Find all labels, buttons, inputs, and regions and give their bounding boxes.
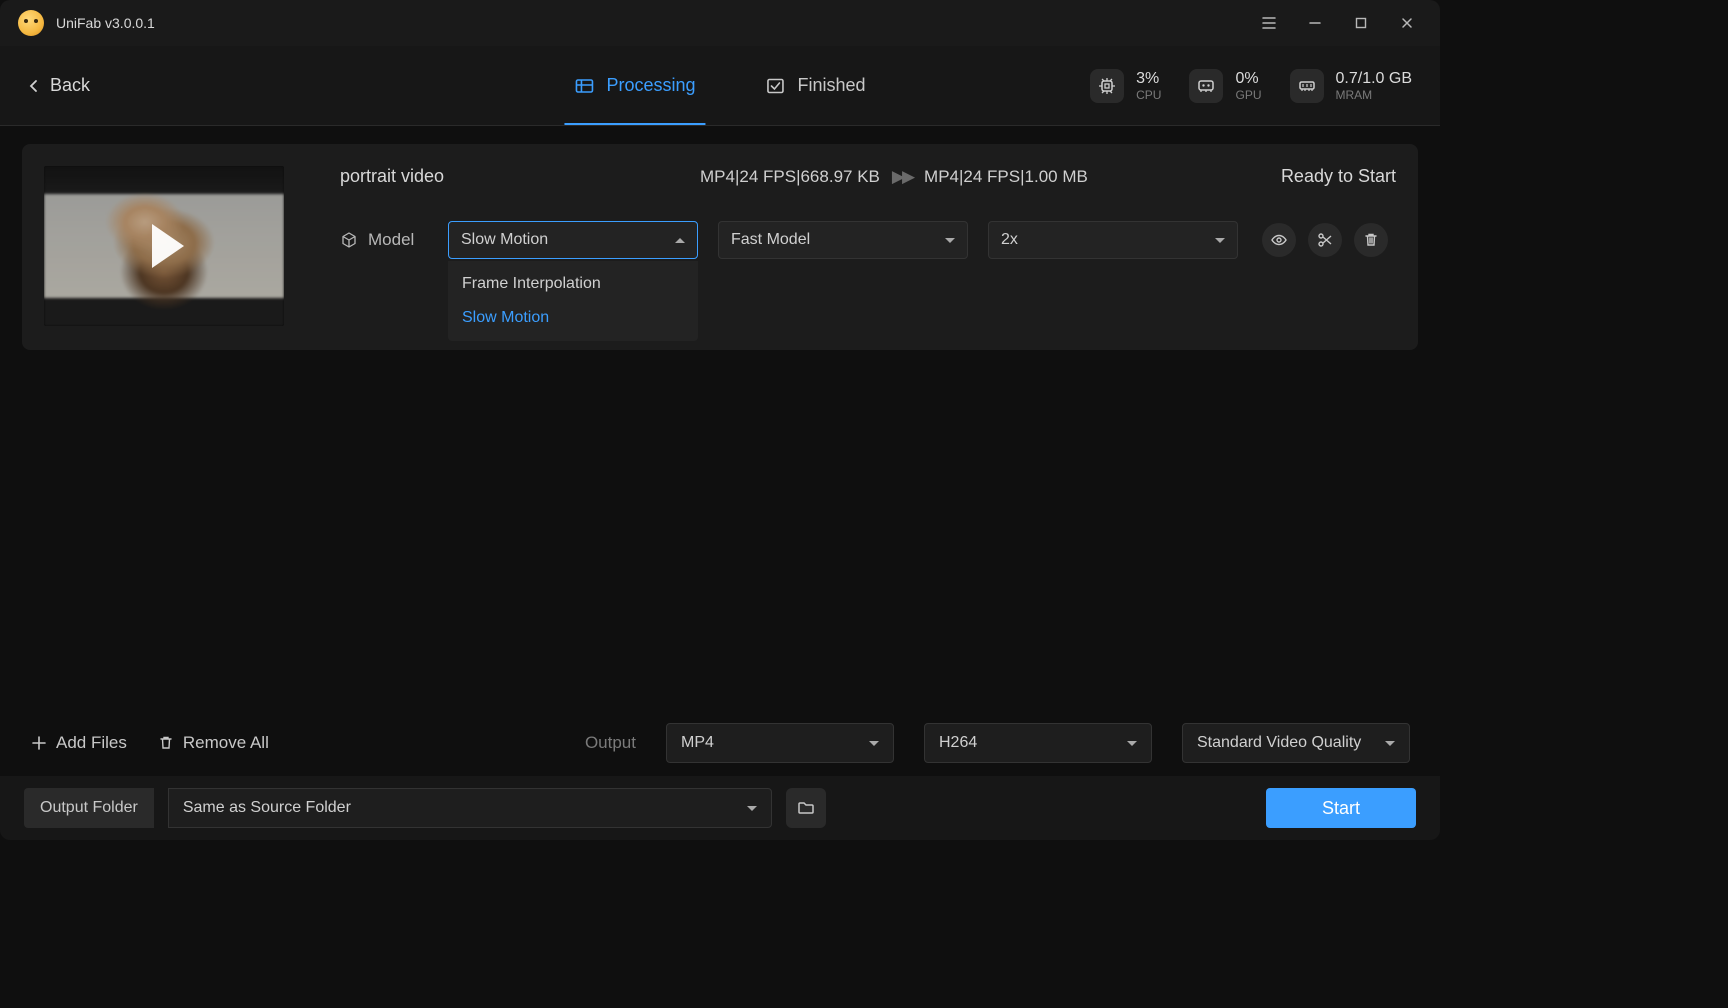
output-quality-value: Standard Video Quality bbox=[1197, 734, 1361, 752]
delete-button[interactable] bbox=[1354, 223, 1388, 257]
caret-down-icon bbox=[869, 741, 879, 746]
topbar: Back Processing Finished 3% CPU 0% bbox=[0, 46, 1440, 126]
back-button[interactable]: Back bbox=[28, 75, 90, 96]
speed-model-value: Fast Model bbox=[731, 231, 810, 249]
browse-folder-button[interactable] bbox=[786, 788, 826, 828]
speed-model-select[interactable]: Fast Model bbox=[718, 221, 968, 259]
titlebar: UniFab v3.0.0.1 bbox=[0, 0, 1440, 46]
app-logo bbox=[18, 10, 44, 36]
preview-button[interactable] bbox=[1262, 223, 1296, 257]
chevron-left-icon bbox=[28, 79, 38, 93]
gpu-label: GPU bbox=[1235, 88, 1261, 102]
remove-all-button[interactable]: Remove All bbox=[157, 733, 269, 753]
output-codec-value: H264 bbox=[939, 734, 977, 752]
tab-processing[interactable]: Processing bbox=[574, 46, 695, 125]
start-label: Start bbox=[1322, 798, 1360, 819]
app-title: UniFab v3.0.0.1 bbox=[56, 15, 155, 31]
mram-value: 0.7/1.0 GB bbox=[1336, 69, 1413, 88]
output-quality-select[interactable]: Standard Video Quality bbox=[1182, 723, 1410, 763]
add-files-button[interactable]: Add Files bbox=[30, 733, 127, 753]
video-status: Ready to Start bbox=[1281, 166, 1396, 187]
maximize-button[interactable] bbox=[1338, 0, 1384, 46]
scissors-icon bbox=[1316, 231, 1334, 249]
stat-cpu: 3% CPU bbox=[1090, 69, 1161, 103]
video-card: portrait video MP4|24 FPS|668.97 KB ▶▶ M… bbox=[22, 144, 1418, 350]
gpu-value: 0% bbox=[1235, 69, 1261, 88]
cpu-label: CPU bbox=[1136, 88, 1161, 102]
video-title: portrait video bbox=[340, 166, 660, 187]
close-button[interactable] bbox=[1384, 0, 1430, 46]
trash-icon bbox=[157, 734, 175, 752]
caret-down-icon bbox=[945, 238, 955, 243]
add-files-label: Add Files bbox=[56, 733, 127, 753]
cpu-icon bbox=[1090, 69, 1124, 103]
tab-finished[interactable]: Finished bbox=[766, 46, 866, 125]
output-format-select[interactable]: MP4 bbox=[666, 723, 894, 763]
remove-all-label: Remove All bbox=[183, 733, 269, 753]
stat-gpu: 0% GPU bbox=[1189, 69, 1261, 103]
cpu-value: 3% bbox=[1136, 69, 1161, 88]
mram-label: MRAM bbox=[1336, 88, 1413, 102]
footer: Output Folder Same as Source Folder Star… bbox=[0, 776, 1440, 840]
output-folder-select[interactable]: Same as Source Folder bbox=[168, 788, 772, 828]
model-label: Model bbox=[368, 230, 414, 250]
model-option-slow-motion[interactable]: Slow Motion bbox=[448, 301, 698, 335]
eye-icon bbox=[1270, 231, 1288, 249]
back-label: Back bbox=[50, 75, 90, 96]
caret-up-icon bbox=[675, 238, 685, 243]
multiplier-select[interactable]: 2x bbox=[988, 221, 1238, 259]
output-codec-select[interactable]: H264 bbox=[924, 723, 1152, 763]
output-label: Output bbox=[585, 733, 636, 753]
tab-processing-label: Processing bbox=[606, 75, 695, 96]
arrow-icon: ▶▶ bbox=[892, 167, 912, 187]
model-select[interactable]: Slow Motion bbox=[448, 221, 698, 259]
start-button[interactable]: Start bbox=[1266, 788, 1416, 828]
minimize-button[interactable] bbox=[1292, 0, 1338, 46]
processing-icon bbox=[574, 76, 594, 96]
folder-icon bbox=[796, 798, 816, 818]
video-spec-output: MP4|24 FPS|1.00 MB bbox=[924, 167, 1088, 187]
video-thumbnail[interactable] bbox=[44, 166, 284, 326]
cube-icon bbox=[340, 231, 358, 249]
multiplier-value: 2x bbox=[1001, 231, 1018, 249]
model-select-value: Slow Motion bbox=[461, 231, 548, 249]
gpu-icon bbox=[1189, 69, 1223, 103]
tab-finished-label: Finished bbox=[798, 75, 866, 96]
model-dropdown: Frame Interpolation Slow Motion bbox=[448, 261, 698, 341]
play-icon bbox=[152, 224, 184, 268]
output-folder-label: Output Folder bbox=[24, 788, 154, 828]
caret-down-icon bbox=[1215, 238, 1225, 243]
model-option-frame-interpolation[interactable]: Frame Interpolation bbox=[448, 267, 698, 301]
trash-icon bbox=[1362, 231, 1380, 249]
caret-down-icon bbox=[1385, 741, 1395, 746]
mram-icon bbox=[1290, 69, 1324, 103]
menu-button[interactable] bbox=[1246, 0, 1292, 46]
plus-icon bbox=[30, 734, 48, 752]
output-format-value: MP4 bbox=[681, 734, 714, 752]
cut-button[interactable] bbox=[1308, 223, 1342, 257]
bottom-bar: Add Files Remove All Output MP4 H264 Sta… bbox=[0, 710, 1440, 776]
caret-down-icon bbox=[747, 806, 757, 811]
caret-down-icon bbox=[1127, 741, 1137, 746]
output-folder-value: Same as Source Folder bbox=[183, 799, 351, 817]
finished-icon bbox=[766, 76, 786, 96]
video-spec-input: MP4|24 FPS|668.97 KB bbox=[700, 167, 880, 187]
stat-mram: 0.7/1.0 GB MRAM bbox=[1290, 69, 1413, 103]
